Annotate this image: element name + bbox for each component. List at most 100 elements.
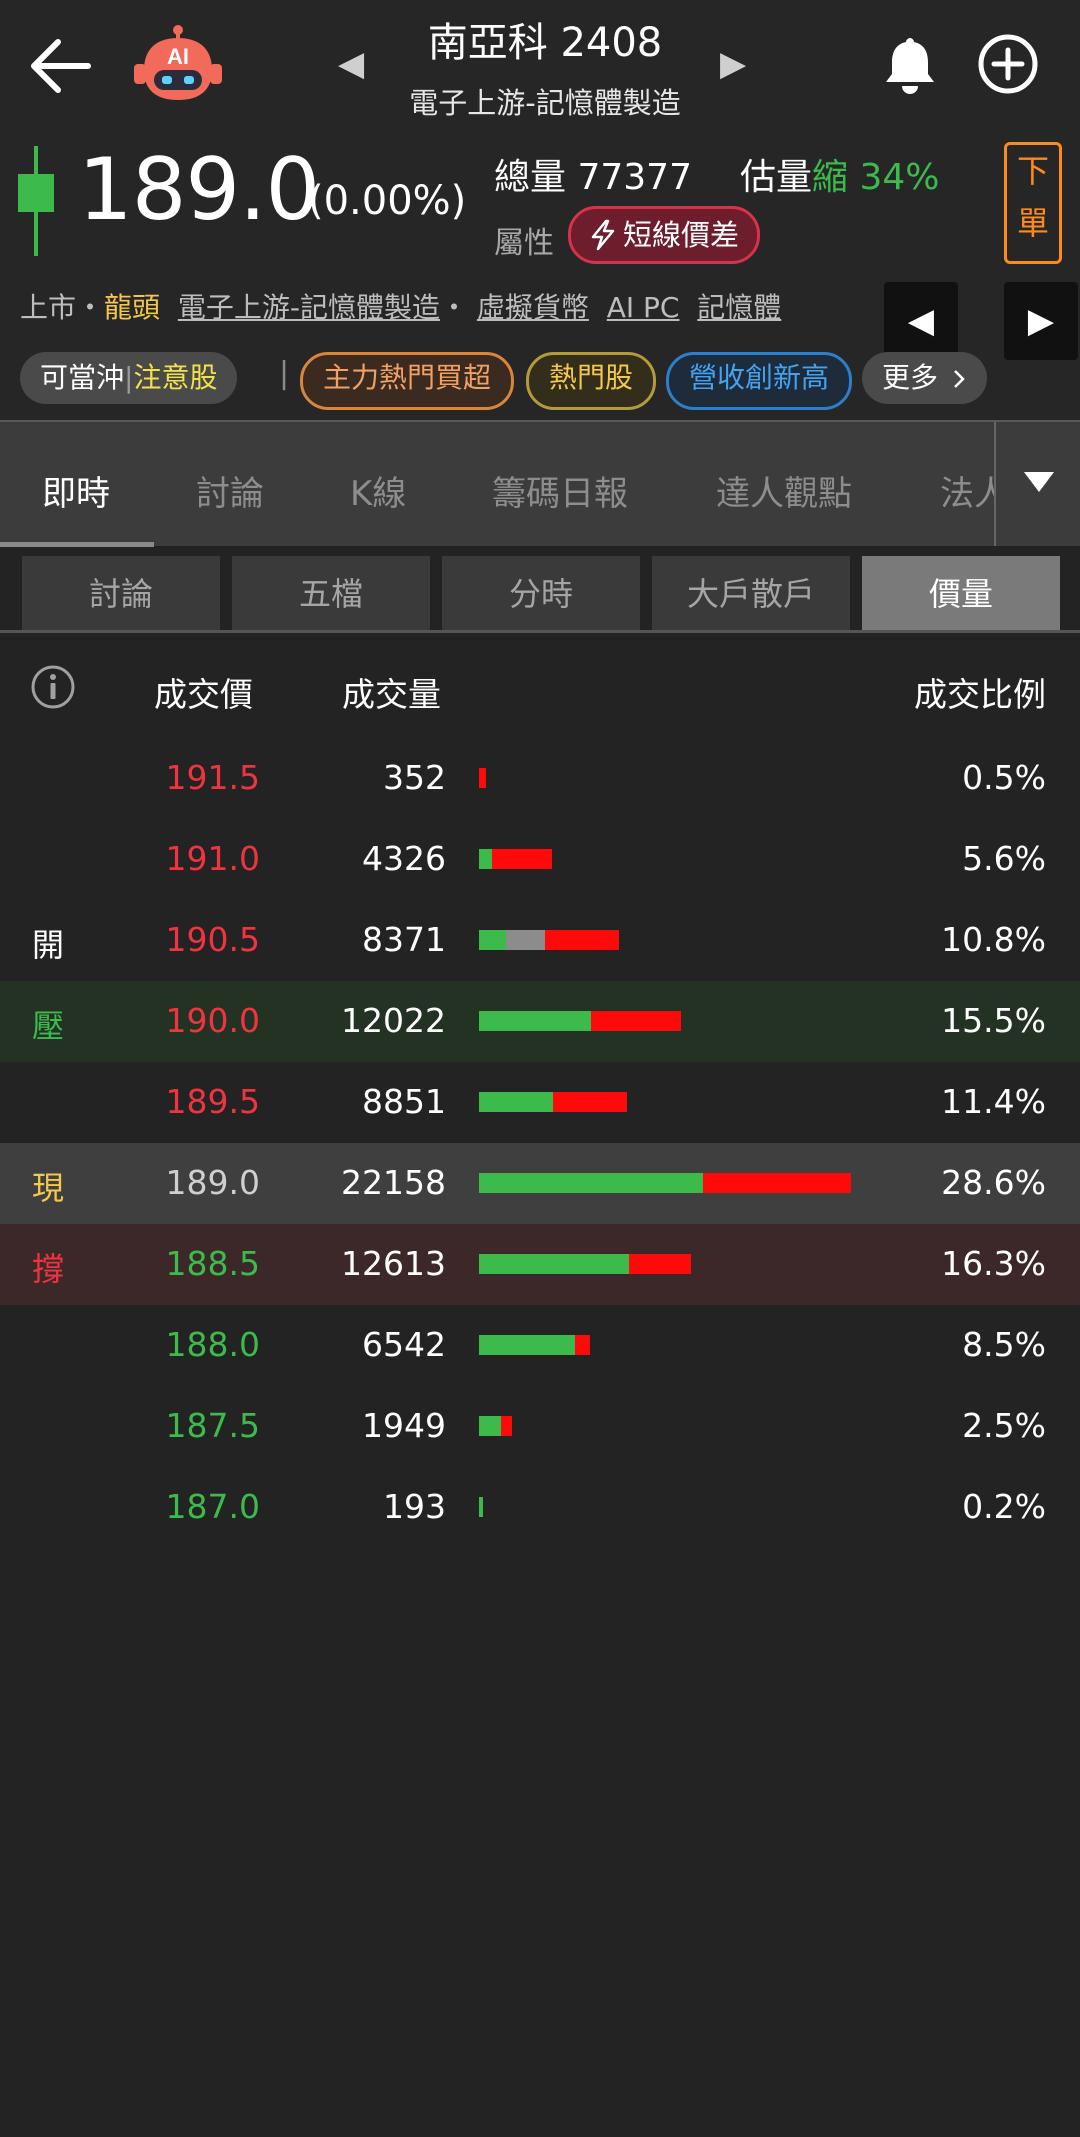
row-ratio: 28.6% (941, 1163, 1046, 1202)
volume-bar-green (479, 1416, 502, 1436)
volume-bar-green (479, 1335, 576, 1355)
row-volume: 193 (383, 1487, 446, 1526)
row-price: 188.0 (165, 1325, 260, 1364)
tags-scroll-left-icon[interactable]: ◀ (884, 282, 958, 360)
estimated-volume: 估量縮 34% (740, 148, 940, 200)
stock-industry: 電子上游-記憶體製造 (409, 86, 681, 120)
row-ratio: 0.2% (962, 1487, 1046, 1526)
concept-link-crypto[interactable]: 虛擬貨幣 (477, 291, 589, 324)
row-volume: 8851 (362, 1082, 446, 1121)
row-price: 188.5 (165, 1244, 260, 1283)
tab-chips-daily[interactable]: 籌碼日報 (492, 466, 628, 515)
subtab-intraday[interactable]: 分時 (442, 556, 640, 632)
subtab-price-volume[interactable]: 價量 (862, 556, 1060, 632)
volume-bar-green (479, 1173, 703, 1193)
tab-institutional[interactable]: 法人 (940, 466, 994, 515)
table-row: 撐 188.5 12613 16.3% (0, 1224, 1080, 1305)
column-header-ratio: 成交比例 (914, 675, 1046, 714)
short-term-spread-label: 短線價差 (623, 218, 740, 252)
tab-dropdown-icon[interactable] (1022, 470, 1056, 494)
lightning-icon (591, 219, 615, 251)
table-row: 壓 190.0 12022 15.5% (0, 981, 1080, 1062)
volume-bar-red (479, 768, 486, 788)
short-term-spread-tag[interactable]: 短線價差 (568, 206, 761, 264)
hot-stock-pill[interactable]: 熱門股 (526, 352, 657, 410)
subtab-discussion[interactable]: 討論 (22, 556, 220, 632)
attribute-label: 屬性 (494, 226, 554, 261)
leader-tag: 龍頭 (104, 291, 161, 324)
row-marker: 壓 (32, 1007, 65, 1045)
day-trade-pill[interactable]: 可當沖|注意股 (20, 352, 238, 404)
estimate-direction: 縮 (812, 157, 849, 198)
column-header-volume: 成交量 (342, 675, 441, 714)
more-tags-pill[interactable]: 更多 (862, 352, 987, 404)
table-row: 189.5 8851 11.4% (0, 1062, 1080, 1143)
volume-bar-green (479, 1254, 629, 1274)
place-order-button[interactable]: 下 單 (1004, 142, 1062, 264)
volume-bar-red (501, 1416, 512, 1436)
row-price: 187.0 (165, 1487, 260, 1526)
revenue-high-pill[interactable]: 營收創新高 (666, 352, 853, 410)
row-volume: 352 (383, 758, 446, 797)
volume-bar-red (575, 1335, 590, 1355)
price-change: (0.00%) (308, 178, 467, 224)
row-price: 190.5 (165, 920, 260, 959)
order-button-top-text: 下 (1016, 152, 1049, 190)
volume-bar-green (479, 1092, 554, 1112)
tags-scroll-right-icon[interactable]: ▶ (1004, 282, 1078, 360)
active-tab-indicator (0, 542, 154, 547)
stock-title: 南亞科 2408 (427, 20, 663, 66)
subtab-five-levels[interactable]: 五檔 (232, 556, 430, 632)
table-row: 188.0 6542 8.5% (0, 1305, 1080, 1386)
estimate-pct: 34% (859, 157, 940, 198)
bell-icon[interactable] (878, 32, 942, 96)
pill-divider: | (279, 356, 290, 391)
ai-robot-icon[interactable]: AI (130, 24, 226, 108)
volume-bar-red (492, 849, 552, 869)
info-icon[interactable] (30, 664, 76, 710)
add-watchlist-icon[interactable] (976, 32, 1040, 96)
row-ratio: 5.6% (962, 839, 1046, 878)
row-price: 190.0 (165, 1001, 260, 1040)
row-ratio: 2.5% (962, 1406, 1046, 1445)
subtab-separator (0, 630, 1080, 633)
quote-header: AI ◀ 南亞科 2408 電子上游-記憶體製造 ▶ 189.0 (0.00%)… (0, 0, 1080, 420)
table-row: 現 189.0 22158 28.6% (0, 1143, 1080, 1224)
volume-bar-gray (506, 930, 546, 950)
candlestick-icon (18, 146, 54, 256)
volume-bar-red (628, 1254, 691, 1274)
more-label: 更多 (882, 361, 939, 394)
row-marker: 開 (32, 926, 65, 964)
row-marker: 撐 (32, 1250, 65, 1288)
tab-discussion[interactable]: 討論 (196, 466, 264, 515)
total-volume-label: 總量 (494, 157, 567, 198)
tab-realtime[interactable]: 即時 (42, 466, 110, 515)
row-price: 189.5 (165, 1082, 260, 1121)
row-price: 189.0 (165, 1163, 260, 1202)
day-trade-label: 可當沖 (40, 361, 125, 394)
sub-tab-bar: 討論 五檔 分時 大戶散戶 價量 (0, 556, 1080, 632)
row-price: 187.5 (165, 1406, 260, 1445)
main-force-buy-pill[interactable]: 主力熱門買超 (300, 352, 515, 410)
next-stock-arrow-icon[interactable]: ▶ (720, 44, 746, 84)
tag-dot: ・ (76, 291, 105, 324)
table-row: 187.0 193 0.2% (0, 1467, 1080, 1548)
volume-bar-red (590, 1011, 681, 1031)
industry-link[interactable]: 電子上游-記憶體製造 (178, 291, 440, 324)
tab-expert-views[interactable]: 達人觀點 (716, 466, 852, 515)
volume-bar-green (479, 849, 492, 869)
row-volume: 12022 (341, 1001, 446, 1040)
volume-bar-red (702, 1173, 851, 1193)
row-ratio: 15.5% (941, 1001, 1046, 1040)
concept-link-memory[interactable]: 記憶體 (697, 291, 781, 324)
row-price: 191.5 (165, 758, 260, 797)
row-volume: 4326 (362, 839, 446, 878)
back-arrow-icon[interactable] (28, 34, 92, 98)
tab-divider (994, 422, 996, 546)
order-button-bottom-text: 單 (1016, 204, 1049, 242)
subtab-big-small-holders[interactable]: 大戶散戶 (652, 556, 850, 632)
tab-kline[interactable]: K線 (350, 466, 406, 515)
volume-bar-red (545, 930, 620, 950)
volume-bar-green (479, 1497, 483, 1517)
concept-link-aipc[interactable]: AI PC (607, 291, 680, 324)
